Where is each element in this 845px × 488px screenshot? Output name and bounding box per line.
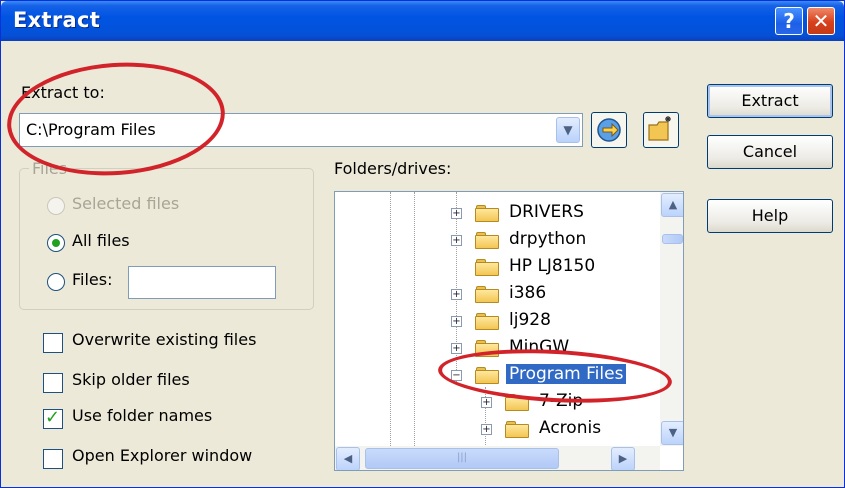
chevron-down-icon[interactable]: ▼ — [556, 117, 580, 143]
vertical-scrollbar[interactable]: ▲ ▼ — [660, 192, 683, 446]
tree-item-label: Acronis — [539, 418, 602, 438]
cancel-button[interactable]: Cancel — [707, 135, 833, 169]
open-explorer-label: Open Explorer window — [72, 446, 253, 465]
expand-plus-icon[interactable]: + — [451, 208, 462, 219]
files-label: Files: — [72, 270, 113, 289]
selected-files-label: Selected files — [72, 194, 180, 213]
folder-icon — [475, 259, 499, 276]
close-button[interactable]: ✕ — [807, 7, 835, 35]
folder-icon — [475, 205, 499, 222]
expand-plus-icon[interactable]: + — [481, 397, 492, 408]
horizontal-scrollbar[interactable]: ◀ ||| ▶ — [335, 446, 660, 470]
history-button[interactable] — [591, 112, 627, 148]
folder-icon — [475, 286, 499, 303]
tree-guide-line — [485, 387, 486, 447]
folder-tree[interactable]: + DRIVERS + drpython HP LJ8150 + i386 + … — [334, 191, 684, 471]
title-bar[interactable]: Extract ? ✕ — [1, 1, 844, 41]
folders-drives-label: Folders/drives: — [334, 159, 452, 178]
files-radio[interactable] — [47, 273, 65, 291]
tree-item-label: DRIVERS — [509, 202, 584, 222]
new-folder-icon — [648, 116, 671, 141]
new-folder-button[interactable] — [643, 112, 679, 148]
extract-button[interactable]: Extract — [707, 84, 833, 118]
folder-icon — [505, 421, 529, 438]
skip-older-checkbox[interactable] — [43, 373, 63, 393]
tree-guide-line — [390, 192, 391, 446]
checkmark-icon: ✓ — [45, 407, 61, 428]
expand-plus-icon[interactable]: + — [451, 235, 462, 246]
radio-dot-icon — [52, 239, 60, 247]
scroll-right-icon[interactable]: ▶ — [611, 447, 635, 470]
folder-icon — [475, 232, 499, 249]
overwrite-existing-label: Overwrite existing files — [72, 330, 257, 349]
scroll-left-icon[interactable]: ◀ — [336, 447, 360, 470]
scroll-down-icon[interactable]: ▼ — [661, 421, 683, 445]
tree-item-label: HP LJ8150 — [509, 256, 596, 276]
help-title-button[interactable]: ? — [775, 7, 803, 35]
expand-plus-icon[interactable]: + — [451, 289, 462, 300]
folder-icon — [475, 313, 499, 330]
expand-plus-icon[interactable]: + — [481, 424, 492, 435]
use-folder-names-label: Use folder names — [72, 406, 213, 425]
help-button[interactable]: Help — [707, 199, 833, 233]
expand-plus-icon[interactable]: + — [451, 316, 462, 327]
tree-guide-line — [414, 192, 415, 446]
selected-files-radio[interactable] — [47, 197, 65, 215]
horizontal-scroll-thumb[interactable]: ||| — [365, 448, 559, 469]
vertical-scroll-thumb[interactable] — [662, 234, 683, 244]
files-filter-input[interactable] — [128, 266, 276, 299]
window-title: Extract — [13, 8, 101, 32]
overwrite-existing-checkbox[interactable] — [43, 333, 63, 353]
scroll-up-icon[interactable]: ▲ — [661, 193, 683, 217]
expand-plus-icon[interactable]: + — [451, 343, 462, 354]
use-folder-names-checkbox[interactable]: ✓ — [43, 407, 63, 429]
all-files-label: All files — [72, 231, 130, 250]
tree-item-label: i386 — [509, 283, 547, 303]
tree-item-label: drpython — [509, 229, 587, 249]
extract-dialog: Extract ? ✕ Extract to: C:\Program Files… — [0, 0, 845, 488]
tree-item-label: lj928 — [509, 310, 551, 330]
open-explorer-checkbox[interactable] — [43, 449, 63, 469]
all-files-radio[interactable] — [47, 234, 65, 252]
skip-older-label: Skip older files — [72, 370, 190, 389]
refresh-arrow-icon — [597, 118, 621, 142]
